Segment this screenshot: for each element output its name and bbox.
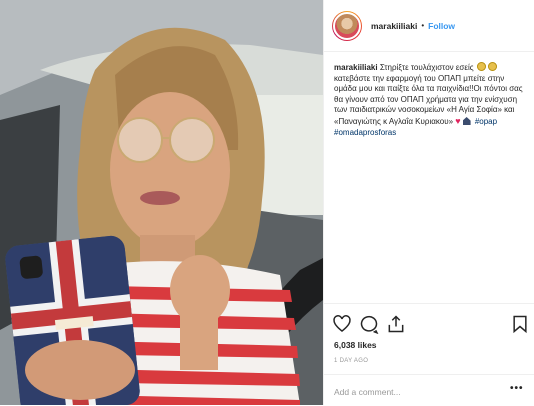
- avatar[interactable]: [332, 10, 362, 41]
- comment-bar: •••: [324, 374, 534, 406]
- post-side-panel: marakiiliaki • Follow marakiiliaki Στηρί…: [323, 0, 534, 405]
- share-icon[interactable]: [386, 314, 406, 334]
- comment-icon[interactable]: [359, 314, 379, 335]
- post-photo[interactable]: [0, 0, 323, 405]
- heart-emoji-icon: ♥: [455, 115, 461, 126]
- post-caption: marakiiliaki Στηρίξτε τουλάχιστον εσείς …: [334, 62, 524, 138]
- hashtag-omadaprosforas[interactable]: #omadaprosforas: [334, 128, 396, 137]
- avatar-image: [333, 11, 361, 40]
- more-options-button[interactable]: •••: [510, 383, 524, 394]
- face-emoji-icon: [487, 62, 497, 71]
- bookmark-icon[interactable]: [510, 314, 530, 334]
- post-photo-illustration: [0, 0, 323, 405]
- caption-username[interactable]: marakiiliaki: [334, 63, 378, 72]
- face-emoji-icon: [476, 62, 486, 71]
- comment-input[interactable]: [334, 385, 494, 399]
- church-emoji-icon: [462, 116, 471, 125]
- separator-dot: •: [421, 21, 425, 30]
- post-timestamp[interactable]: 1 DAY AGO: [334, 358, 368, 364]
- like-heart-icon[interactable]: [332, 314, 352, 334]
- post-actions: 6,038 likes 1 DAY AGO •••: [324, 303, 534, 405]
- post-header: marakiiliaki • Follow: [324, 0, 534, 52]
- hashtag-opap[interactable]: #opap: [475, 117, 497, 126]
- likes-count[interactable]: 6,038 likes: [334, 340, 377, 350]
- follow-button[interactable]: Follow: [428, 21, 455, 31]
- post-username[interactable]: marakiiliaki: [371, 21, 417, 31]
- caption-text-part1: Στηρίξτε τουλάχιστον εσείς: [379, 63, 474, 72]
